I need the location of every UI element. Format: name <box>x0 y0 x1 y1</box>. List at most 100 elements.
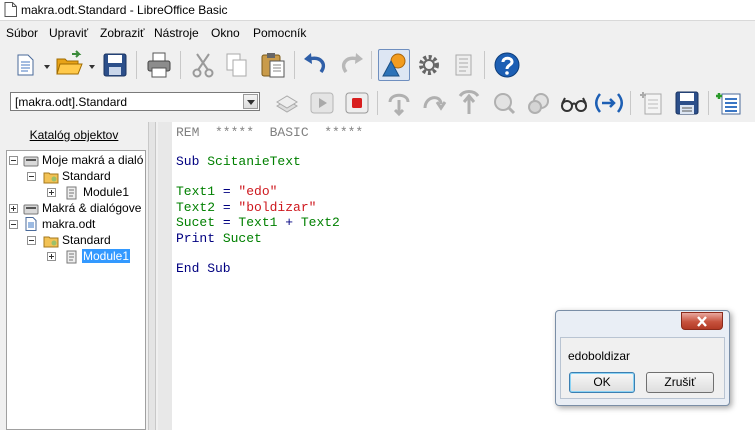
copy-icon[interactable] <box>222 50 252 80</box>
step-out-icon[interactable] <box>454 88 484 118</box>
collapse-icon[interactable] <box>9 220 18 229</box>
ok-button[interactable]: OK <box>569 372 635 393</box>
chevron-down-icon[interactable] <box>43 63 51 71</box>
ok-button-label: OK <box>593 375 611 389</box>
open-folder-icon[interactable] <box>54 50 84 80</box>
toolbar-separator <box>371 51 372 79</box>
document-icon <box>25 217 37 231</box>
cancel-button-label: Zrušiť <box>664 375 696 389</box>
close-button[interactable] <box>681 312 723 330</box>
identifier: Text2 <box>300 215 340 230</box>
toolbar-separator <box>180 51 181 79</box>
dialog-editor-icon[interactable] <box>714 88 744 118</box>
tree-item-label: Standard <box>62 169 111 183</box>
breakpoint-gutter[interactable] <box>158 122 173 430</box>
toolbar-separator <box>136 51 137 79</box>
object-catalog-panel: Katalóg objektov Moje makrá a dialó Stan… <box>0 122 148 430</box>
operator: + <box>277 215 301 230</box>
save-icon[interactable] <box>100 50 130 80</box>
library-select-value: [makra.odt].Standard <box>15 95 128 109</box>
redo-icon[interactable] <box>336 50 366 80</box>
collapse-icon[interactable] <box>9 156 18 165</box>
step-over-icon[interactable] <box>419 88 449 118</box>
identifier: Sucet <box>222 231 262 246</box>
insert-source-icon[interactable] <box>637 88 667 118</box>
menu-tools[interactable]: Nástroje <box>154 26 199 40</box>
expand-icon[interactable] <box>47 188 56 197</box>
cancel-button[interactable]: Zrušiť <box>646 372 714 393</box>
tree-item-module1-1[interactable]: Module1 <box>9 185 145 201</box>
code-line-5: Text1 = "edo" <box>176 184 277 200</box>
object-catalog-tree[interactable]: Moje makrá a dialó Standard Module1 Makr… <box>6 150 146 430</box>
title-bar: makra.odt.Standard - LibreOffice Basic <box>0 0 755 21</box>
collapse-icon[interactable] <box>27 236 36 245</box>
library-folder-icon <box>43 236 59 248</box>
identifier: Sucet <box>176 215 216 230</box>
library-folder-icon <box>43 172 59 184</box>
collapse-icon[interactable] <box>27 172 36 181</box>
breakpoint-icon[interactable] <box>489 88 519 118</box>
string-literal: "edo" <box>238 184 278 199</box>
chevron-down-icon[interactable] <box>88 63 96 71</box>
tree-item-label: Standard <box>62 233 111 247</box>
operator: = <box>215 184 239 199</box>
tree-item-standard-1[interactable]: Standard <box>9 169 145 185</box>
toolbar-separator <box>484 51 485 79</box>
tree-item-label: Module1 <box>83 185 130 199</box>
tree-item-module1-2[interactable]: Module1 <box>9 249 145 265</box>
menu-bar: Súbor Upraviť Zobraziť Nástroje Okno Pom… <box>0 22 755 44</box>
gear-icon[interactable] <box>414 50 444 80</box>
keyword: Print <box>176 231 223 246</box>
expand-icon[interactable] <box>47 252 56 261</box>
code-line-3: Sub ScitanieText <box>176 154 301 170</box>
watch-glasses-icon[interactable] <box>559 88 589 118</box>
menu-view[interactable]: Zobraziť <box>100 26 145 40</box>
find-parentheses-icon[interactable] <box>594 88 624 118</box>
help-icon[interactable] <box>492 50 522 80</box>
string-literal: "boldizar" <box>238 200 317 215</box>
code-line-6: Text2 = "boldizar" <box>176 200 316 216</box>
code-line-10: End Sub <box>176 261 231 276</box>
keyword: Sub <box>176 154 208 169</box>
save-basic-icon[interactable] <box>672 88 702 118</box>
identifier: Text2 <box>176 200 216 215</box>
manage-breakpoints-icon[interactable] <box>524 88 554 118</box>
tree-item-label: Moje makrá a dialó <box>42 153 144 167</box>
panel-splitter[interactable] <box>148 122 156 430</box>
operator: = <box>215 200 239 215</box>
code-line-8: Print Sucet <box>176 231 262 247</box>
step-into-icon[interactable] <box>384 88 414 118</box>
tree-item-label: makra.odt <box>42 217 96 231</box>
macro-toolbar: [makra.odt].Standard <box>0 86 755 120</box>
module-icon <box>66 186 77 200</box>
tree-item-document[interactable]: makra.odt <box>9 217 145 233</box>
library-select[interactable]: [makra.odt].Standard <box>10 92 260 111</box>
expand-icon[interactable] <box>9 204 18 213</box>
menu-help[interactable]: Pomocník <box>253 26 306 40</box>
identifier: Text1 <box>176 184 216 199</box>
run-icon[interactable] <box>307 88 337 118</box>
new-document-icon[interactable] <box>10 50 40 80</box>
undo-icon[interactable] <box>301 50 331 80</box>
menu-edit[interactable]: Upraviť <box>49 26 88 40</box>
menu-file[interactable]: Súbor <box>6 26 38 40</box>
menu-window[interactable]: Okno <box>211 26 240 40</box>
message-box-dialog: edoboldizar OK Zrušiť <box>555 310 730 406</box>
paste-icon[interactable] <box>258 50 288 80</box>
stop-icon[interactable] <box>342 88 372 118</box>
tree-item-standard-2[interactable]: Standard <box>9 233 145 249</box>
print-icon[interactable] <box>144 50 174 80</box>
compile-icon[interactable] <box>272 88 302 118</box>
window-title: makra.odt.Standard - LibreOffice Basic <box>21 3 228 17</box>
tree-item-app-macros[interactable]: Makrá & dialógove <box>9 201 145 217</box>
module-icon <box>66 250 77 264</box>
tree-item-label: Makrá & dialógove <box>42 201 142 215</box>
code-line-7: Sucet = Text1 + Text2 <box>176 215 340 231</box>
document-icon <box>4 2 17 17</box>
chevron-down-icon[interactable] <box>243 94 258 109</box>
shapes-icon[interactable] <box>378 49 410 81</box>
standard-toolbar <box>0 45 755 85</box>
module-icon[interactable] <box>448 50 478 80</box>
tree-item-my-macros[interactable]: Moje makrá a dialó <box>9 153 145 169</box>
cut-icon[interactable] <box>188 50 218 80</box>
